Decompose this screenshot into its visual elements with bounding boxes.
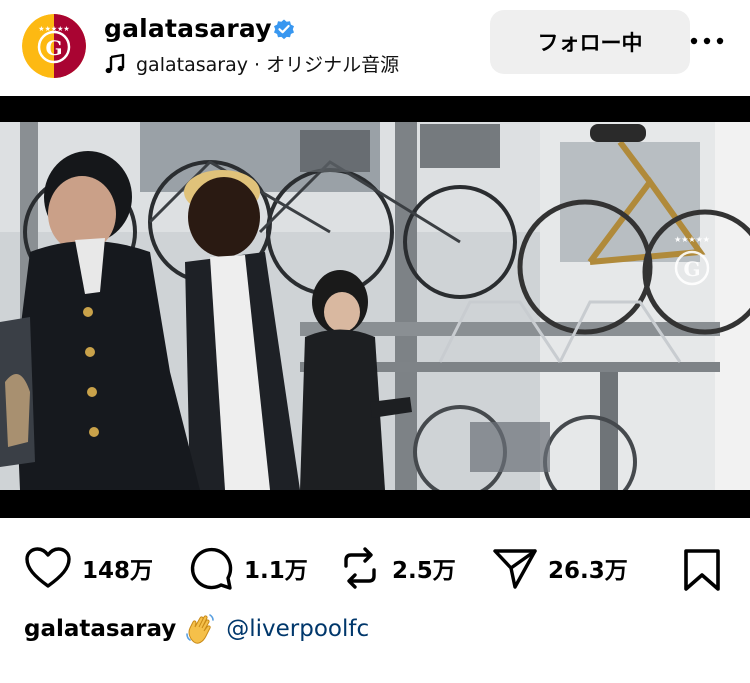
- caption-username[interactable]: galatasaray: [24, 616, 176, 642]
- post-caption: galatasaray @liverpoolfc: [24, 612, 369, 646]
- audio-label: galatasaray · オリジナル音源: [136, 54, 400, 76]
- share-button[interactable]: 26.3万: [492, 540, 628, 596]
- comment-icon: [190, 547, 233, 590]
- svg-text:G: G: [683, 257, 700, 281]
- music-note-icon: [105, 53, 125, 73]
- share-count: 26.3万: [548, 558, 628, 584]
- post-header: G ★★★★★ galatasaray galatasaray · オリジナル音…: [0, 0, 750, 96]
- galatasaray-logo-icon: G ★★★★★: [22, 14, 86, 78]
- like-button[interactable]: 148万: [24, 540, 153, 596]
- comment-button[interactable]: 1.1万: [188, 540, 308, 596]
- audio-attribution[interactable]: galatasaray · オリジナル音源: [104, 50, 399, 77]
- like-count: 148万: [82, 558, 154, 584]
- svg-text:★★★★★: ★★★★★: [674, 235, 710, 244]
- avatar[interactable]: G ★★★★★: [22, 14, 86, 78]
- more-options-button[interactable]: [684, 26, 730, 56]
- caption-mention-link[interactable]: @liverpoolfc: [226, 616, 369, 642]
- verified-badge-icon: [274, 19, 294, 40]
- following-button[interactable]: フォロー中: [490, 10, 690, 74]
- channel-watermark-icon: ★★★★★ G: [674, 235, 710, 286]
- repost-button[interactable]: 2.5万: [338, 540, 456, 596]
- send-icon: [493, 549, 537, 589]
- account-name[interactable]: galatasaray: [104, 14, 272, 43]
- video-player[interactable]: ★★★★★ G: [0, 96, 750, 518]
- heart-icon: [25, 547, 71, 588]
- action-bar: 148万 1.1万 2.5万 26.3万: [0, 540, 750, 596]
- bookmark-icon[interactable]: [682, 548, 722, 592]
- repost-icon: [344, 547, 376, 589]
- svg-text:★★★★★: ★★★★★: [38, 25, 69, 33]
- comment-count: 1.1万: [244, 558, 308, 584]
- more-horizontal-icon: [690, 37, 724, 45]
- waving-hand-icon: [186, 614, 215, 644]
- video-frame: [0, 122, 750, 490]
- svg-text:G: G: [45, 36, 62, 60]
- repost-count: 2.5万: [392, 558, 456, 584]
